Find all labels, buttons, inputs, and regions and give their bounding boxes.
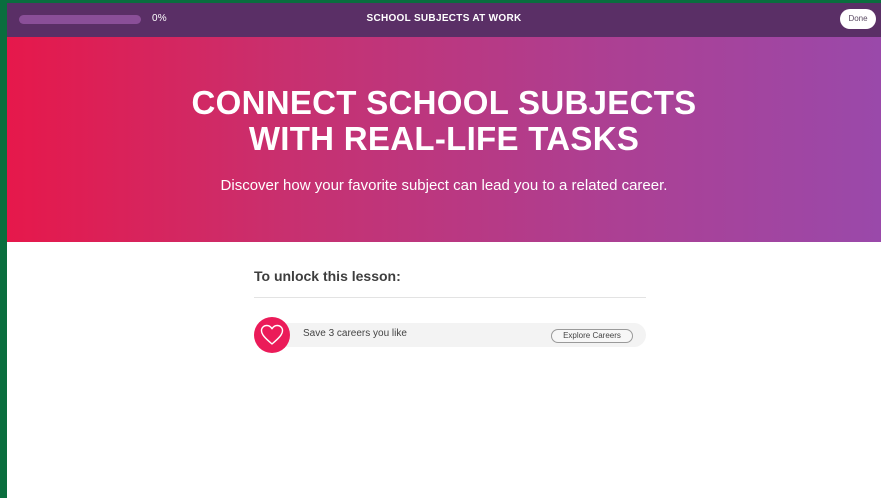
unlock-task-row: Save 3 careers you like Explore Careers xyxy=(254,317,646,353)
explore-careers-button[interactable]: Explore Careers xyxy=(551,329,633,343)
heart-icon-glyph xyxy=(260,324,284,345)
task-label: Save 3 careers you like xyxy=(303,328,407,339)
hero-title-line-2: WITH REAL-LIFE TASKS xyxy=(248,120,640,157)
unlock-heading: To unlock this lesson: xyxy=(254,268,401,284)
lesson-title: SCHOOL SUBJECTS AT WORK xyxy=(366,13,522,24)
top-bar: 0% SCHOOL SUBJECTS AT WORK Done xyxy=(7,3,881,37)
hero-title: CONNECT SCHOOL SUBJECTS WITH REAL-LIFE T… xyxy=(7,85,881,157)
hero-title-line-1: CONNECT SCHOOL SUBJECTS xyxy=(191,84,697,121)
done-button[interactable]: Done xyxy=(840,9,876,29)
hero-subtitle: Discover how your favorite subject can l… xyxy=(220,177,668,194)
divider xyxy=(254,297,646,298)
app-frame: 0% SCHOOL SUBJECTS AT WORK Done CONNECT … xyxy=(7,3,881,498)
hero-banner: CONNECT SCHOOL SUBJECTS WITH REAL-LIFE T… xyxy=(7,37,881,242)
heart-icon xyxy=(254,317,290,353)
